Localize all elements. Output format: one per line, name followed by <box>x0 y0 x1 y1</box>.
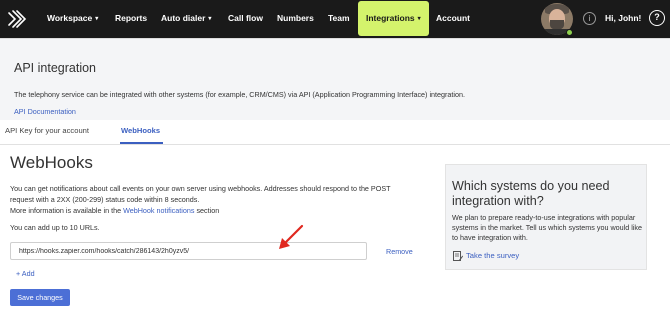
info-icon[interactable]: i <box>583 12 596 25</box>
user-greeting[interactable]: Hi, John! <box>605 0 641 37</box>
nav-workspace[interactable]: Workspace ▾ <box>47 0 98 37</box>
chevron-down-icon: ▾ <box>95 16 99 22</box>
survey-form-icon <box>453 251 463 261</box>
top-navigation-bar: Workspace ▾ Reports Auto dialer ▾ Call flo… <box>0 0 670 38</box>
webhooks-more-info: More information is available in the Web… <box>10 206 219 215</box>
integration-survey-panel: Which systems do you need integration wi… <box>445 164 647 270</box>
nav-numbers[interactable]: Numbers <box>277 0 314 37</box>
nav-team[interactable]: Team <box>328 0 350 37</box>
nav-auto-dialer[interactable]: Auto dialer ▾ <box>161 0 211 37</box>
remove-url-link[interactable]: Remove <box>386 247 413 256</box>
chevron-down-icon: ▾ <box>208 16 212 22</box>
survey-panel-text: We plan to prepare ready-to-use integrat… <box>452 213 643 242</box>
nav-call-flow-label: Call flow <box>228 13 263 23</box>
more-info-prefix: More information is available in the <box>10 206 124 215</box>
annotation-arrow-icon <box>279 224 304 249</box>
online-status-dot <box>566 29 573 36</box>
add-url-link[interactable]: + Add <box>16 269 35 278</box>
tab-api-key[interactable]: API Key for your account <box>5 126 89 135</box>
url-limit-text: You can add up to 10 URLs. <box>10 223 100 232</box>
survey-panel-title: Which systems do you need integration wi… <box>452 179 610 208</box>
webhooks-description-line-2: request with a 2XX (200-299) status code… <box>10 195 200 204</box>
api-integration-header: API integration The telephony service ca… <box>0 38 670 120</box>
tab-webhooks[interactable]: WebHooks <box>121 126 160 135</box>
nav-team-label: Team <box>328 13 350 23</box>
api-documentation-link[interactable]: API Documentation <box>14 107 76 116</box>
nav-workspace-label: Workspace <box>47 13 93 23</box>
webhook-url-input[interactable] <box>10 242 367 260</box>
logo-icon[interactable] <box>6 8 28 30</box>
nav-reports-label: Reports <box>115 13 148 23</box>
nav-call-flow[interactable]: Call flow <box>228 0 263 37</box>
nav-account-label: Account <box>436 13 470 23</box>
save-changes-button[interactable]: Save changes <box>10 289 70 306</box>
nav-integrations-label: Integrations <box>366 13 415 23</box>
take-the-survey-link[interactable]: Take the survey <box>466 251 519 260</box>
help-icon[interactable]: ? <box>649 10 665 26</box>
chevron-down-icon: ▾ <box>417 16 421 22</box>
tabs-divider <box>0 144 670 145</box>
nav-auto-dialer-label: Auto dialer <box>161 13 206 23</box>
nav-reports[interactable]: Reports <box>115 0 147 37</box>
webhooks-title: WebHooks <box>10 153 93 172</box>
webhooks-description-line-1: You can get notifications about call eve… <box>10 184 391 193</box>
webhook-notifications-link[interactable]: WebHook notifications <box>123 206 194 215</box>
page-title: API integration <box>14 61 96 75</box>
nav-numbers-label: Numbers <box>277 13 314 23</box>
more-info-suffix: section <box>194 206 220 215</box>
page-description: The telephony service can be integrated … <box>14 90 466 99</box>
nav-integrations[interactable]: Integrations ▾ <box>358 1 429 36</box>
nav-account[interactable]: Account <box>436 0 470 37</box>
